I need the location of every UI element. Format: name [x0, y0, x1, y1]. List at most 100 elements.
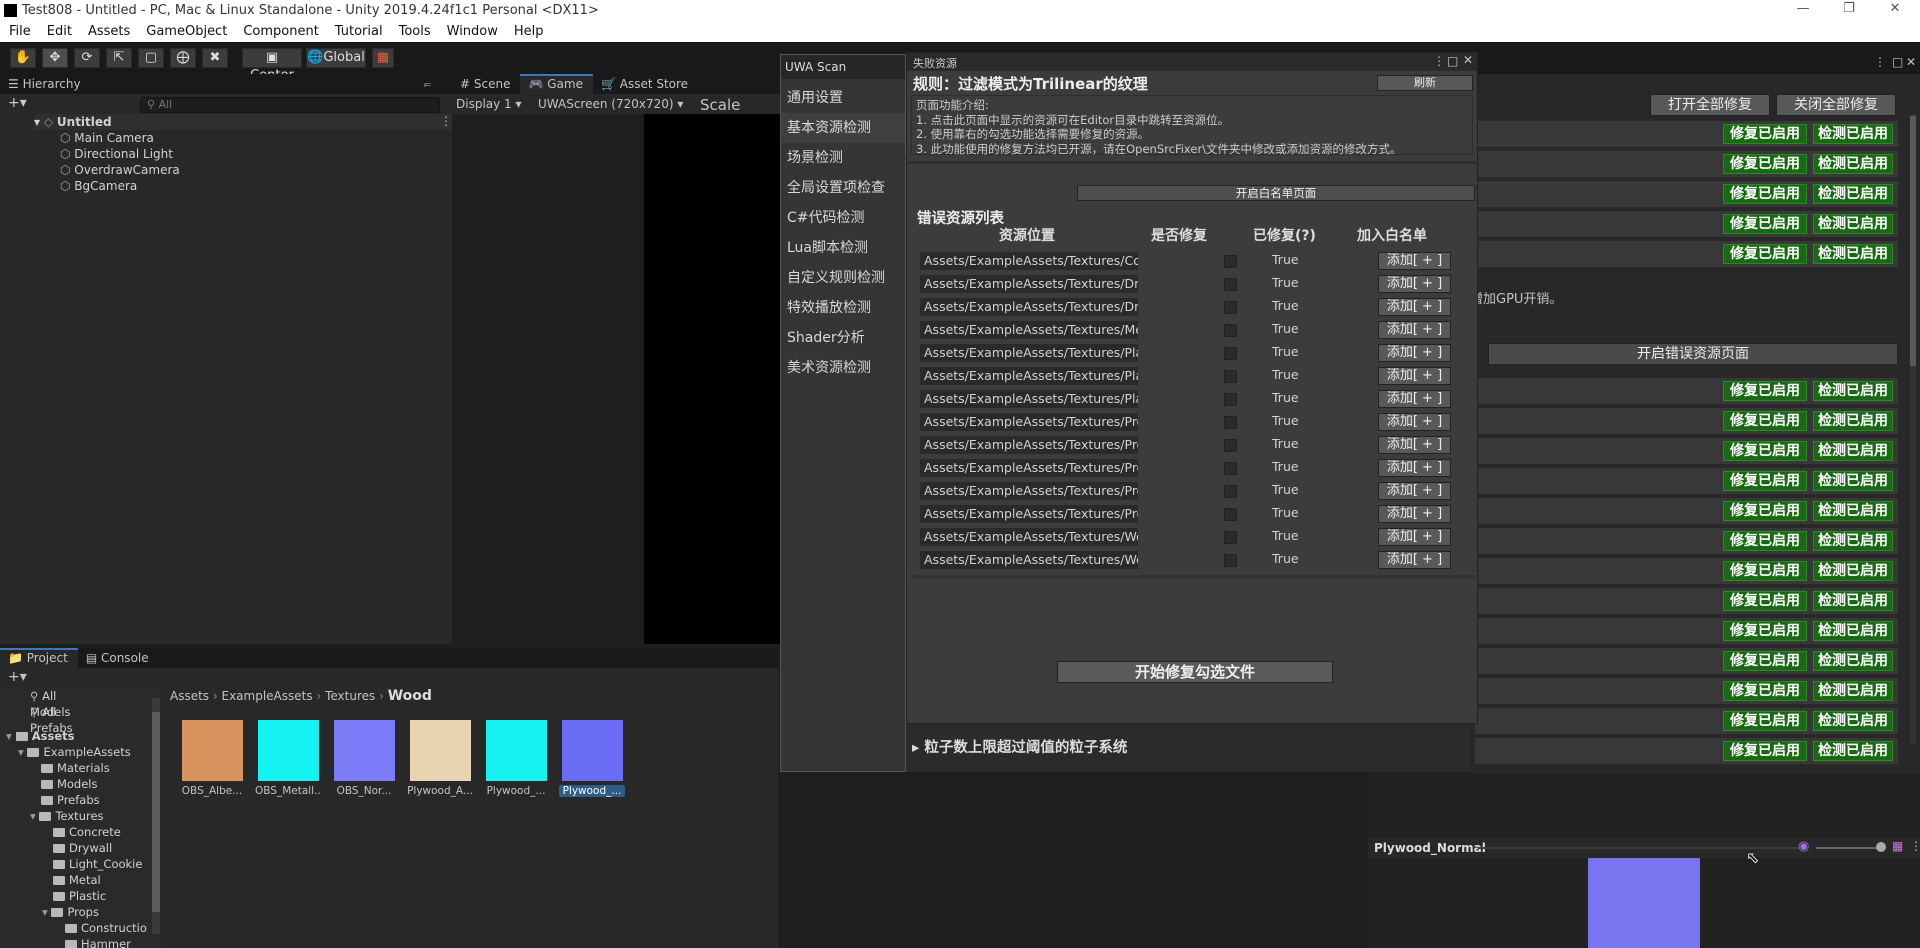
uwa-nav-item[interactable]: 自定义规则检测 — [781, 263, 905, 293]
expand-arrow-icon[interactable] — [42, 825, 53, 839]
fix-checkbox[interactable] — [1224, 462, 1237, 475]
tree-item[interactable]: ▾ Props — [42, 904, 99, 920]
detect-enabled-button[interactable]: 检测已启用 — [1813, 651, 1893, 671]
add-whitelist-button[interactable]: 添加[ + ] — [1378, 459, 1451, 477]
favorite-item[interactable]: ⚲ All Models — [30, 688, 71, 719]
tree-item[interactable]: Metal — [42, 872, 101, 888]
expand-arrow-icon[interactable]: ▾ — [42, 905, 51, 919]
tree-item[interactable]: Models — [30, 776, 98, 792]
add-whitelist-button[interactable]: 添加[ + ] — [1378, 252, 1451, 270]
fix-enabled-button[interactable]: 修复已启用 — [1723, 124, 1807, 144]
start-fix-button[interactable]: 开始修复勾选文件 — [1057, 661, 1333, 683]
expand-arrow-icon[interactable]: ▾ — [30, 809, 39, 823]
fix-checkbox[interactable] — [1224, 485, 1237, 498]
expand-arrow-icon[interactable]: ▾ — [6, 729, 16, 743]
detect-enabled-button[interactable]: 检测已启用 — [1813, 471, 1893, 491]
detect-enabled-button[interactable]: 检测已启用 — [1813, 531, 1893, 551]
tab-project[interactable]: 📁 Project — [0, 648, 78, 668]
pivot-global-button[interactable]: 🌐Global — [306, 48, 366, 68]
expand-arrow-icon[interactable] — [54, 921, 65, 935]
scrollbar-thumb[interactable] — [1910, 116, 1916, 366]
fix-checkbox[interactable] — [1224, 324, 1237, 337]
hierarchy-search-input[interactable]: ⚲ All — [140, 97, 440, 113]
resource-path-field[interactable]: Assets/ExampleAssets/Textures/Pro — [920, 505, 1138, 523]
tree-item[interactable]: Plastic — [42, 888, 106, 904]
menu-item-help[interactable]: Help — [505, 22, 551, 39]
expand-arrow-icon[interactable] — [30, 761, 41, 775]
breadcrumb-item[interactable]: Assets — [170, 689, 209, 703]
detect-enabled-button[interactable]: 检测已启用 — [1813, 441, 1893, 461]
scene-root-item[interactable]: ▾ ◇ Untitled — [34, 114, 452, 130]
fix-enabled-button[interactable]: 修复已启用 — [1723, 681, 1807, 701]
add-whitelist-button[interactable]: 添加[ + ] — [1378, 321, 1451, 339]
mip-slider[interactable] — [1816, 847, 1882, 849]
resource-path-field[interactable]: Assets/ExampleAssets/Textures/Pro — [920, 413, 1138, 431]
resource-path-field[interactable]: Assets/ExampleAssets/Textures/Me — [920, 321, 1138, 339]
fix-enabled-button[interactable]: 修复已启用 — [1723, 471, 1807, 491]
uwa-nav-item[interactable]: Lua脚本检测 — [781, 233, 905, 263]
rotate-tool-icon[interactable]: ⟳ — [74, 48, 100, 68]
add-whitelist-button[interactable]: 添加[ + ] — [1378, 413, 1451, 431]
breadcrumb-item[interactable]: Textures — [325, 689, 375, 703]
fix-enabled-button[interactable]: 修复已启用 — [1723, 561, 1807, 581]
tree-item[interactable]: Hammer — [54, 936, 131, 948]
texture-thumbnail[interactable] — [182, 720, 243, 781]
menu-item-tools[interactable]: Tools — [390, 22, 438, 39]
uwa-nav-item[interactable]: Shader分析 — [781, 323, 905, 353]
detect-enabled-button[interactable]: 检测已启用 — [1813, 501, 1893, 521]
texture-thumbnail[interactable] — [258, 720, 319, 781]
fix-enabled-button[interactable]: 修复已启用 — [1723, 531, 1807, 551]
project-create-icon[interactable]: +▾ — [8, 669, 27, 685]
minimize-icon[interactable]: — — [1780, 1, 1826, 21]
add-whitelist-button[interactable]: 添加[ + ] — [1378, 367, 1451, 385]
tab-game[interactable]: 🎮 Game — [520, 74, 593, 94]
texture-thumbnail[interactable] — [410, 720, 471, 781]
resource-path-field[interactable]: Assets/ExampleAssets/Textures/Dry — [920, 298, 1138, 316]
detect-enabled-button[interactable]: 检测已启用 — [1813, 681, 1893, 701]
tab-hierarchy[interactable]: ☰ Hierarchy — [0, 74, 91, 94]
fix-enabled-button[interactable]: 修复已启用 — [1723, 621, 1807, 641]
resolution-dropdown[interactable]: UWAScreen (720x720) ▾ — [538, 97, 683, 111]
uwa-nav-item[interactable]: 美术资源检测 — [781, 353, 905, 383]
scrollbar[interactable] — [1910, 114, 1916, 744]
transform-tool-icon[interactable]: ⨁ — [170, 48, 196, 68]
hand-tool-icon[interactable]: ✋ — [10, 48, 36, 68]
texture-thumbnail[interactable] — [562, 720, 623, 781]
refresh-button[interactable]: 刷新 — [1377, 75, 1473, 91]
tree-item[interactable]: Prefabs — [30, 792, 100, 808]
fix-enabled-button[interactable]: 修复已启用 — [1723, 741, 1807, 761]
resource-path-field[interactable]: Assets/ExampleAssets/Textures/Co — [920, 252, 1138, 270]
resource-path-field[interactable]: Assets/ExampleAssets/Textures/Pro — [920, 482, 1138, 500]
expand-arrow-icon[interactable] — [30, 793, 41, 807]
whitelist-page-button[interactable]: 开启白名单页面 — [1077, 185, 1475, 201]
tree-item[interactable]: ▾ Textures — [30, 808, 104, 824]
fix-checkbox[interactable] — [1224, 508, 1237, 521]
menu-item-component[interactable]: Component — [234, 22, 325, 39]
add-whitelist-button[interactable]: 添加[ + ] — [1378, 390, 1451, 408]
dialog-tab[interactable]: 失败资源 — [913, 55, 957, 71]
hierarchy-item[interactable]: ⬡ Directional Light — [60, 146, 440, 162]
fix-checkbox[interactable] — [1224, 301, 1237, 314]
expand-arrow-icon[interactable] — [42, 889, 53, 903]
particle-rule-item[interactable]: ▸ 粒子数上限超过阈值的粒子系统 — [912, 736, 1127, 757]
menu-item-assets[interactable]: Assets — [79, 22, 137, 39]
resource-path-field[interactable]: Assets/ExampleAssets/Textures/Pla — [920, 344, 1138, 362]
detect-enabled-button[interactable]: 检测已启用 — [1813, 591, 1893, 611]
texture-thumbnail[interactable] — [334, 720, 395, 781]
fix-checkbox[interactable] — [1224, 347, 1237, 360]
tree-scrollbar[interactable] — [152, 698, 160, 934]
fix-enabled-button[interactable]: 修复已启用 — [1723, 411, 1807, 431]
rect-tool-icon[interactable]: ▢ — [138, 48, 164, 68]
uwa-nav-item[interactable]: 通用设置 — [781, 83, 905, 113]
tree-item[interactable]: ▾ ExampleAssets — [18, 744, 131, 760]
breadcrumb-current[interactable]: Wood — [388, 688, 432, 704]
detect-enabled-button[interactable]: 检测已启用 — [1813, 244, 1893, 264]
fix-checkbox[interactable] — [1224, 531, 1237, 544]
add-whitelist-button[interactable]: 添加[ + ] — [1378, 436, 1451, 454]
menu-item-edit[interactable]: Edit — [38, 22, 79, 39]
fix-enabled-button[interactable]: 修复已启用 — [1723, 441, 1807, 461]
uwa-nav-item[interactable]: 场景检测 — [781, 143, 905, 173]
expand-arrow-icon[interactable]: ▾ — [18, 745, 27, 759]
panel-maximize-icon[interactable]: □ — [1892, 55, 1903, 69]
fix-checkbox[interactable] — [1224, 370, 1237, 383]
